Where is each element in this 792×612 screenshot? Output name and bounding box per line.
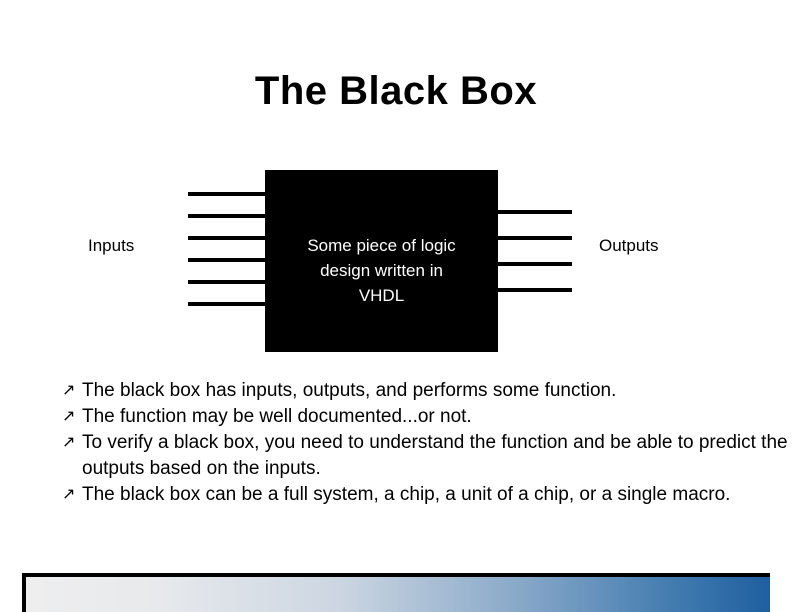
bullet-text: The black box has inputs, outputs, and p… <box>82 380 617 401</box>
input-wire <box>188 214 268 218</box>
bullet-item: ↗ To verify a black box, you need to und… <box>62 430 792 482</box>
arrow-bullet-icon: ↗ <box>62 486 76 503</box>
output-wire <box>495 236 572 240</box>
arrow-bullet-icon: ↗ <box>62 434 76 451</box>
black-box-shape: Some piece of logic design written in VH… <box>265 170 498 352</box>
slide-title: The Black Box <box>254 69 538 113</box>
bullet-item: ↗ The function may be well documented...… <box>62 404 792 430</box>
outputs-label: Outputs <box>599 236 659 255</box>
bullet-list: ↗ The black box has inputs, outputs, and… <box>62 378 792 508</box>
footer-gradient-bar <box>22 573 770 612</box>
input-wire <box>188 302 268 306</box>
arrow-bullet-icon: ↗ <box>62 382 76 399</box>
input-wire <box>188 236 268 240</box>
arrow-bullet-icon: ↗ <box>62 408 76 425</box>
black-box-label: Some piece of logic design written in VH… <box>307 236 456 305</box>
bullet-item: ↗ The black box can be a full system, a … <box>62 482 792 508</box>
input-wire <box>188 192 268 196</box>
bullet-text: The function may be well documented...or… <box>82 406 472 427</box>
bullet-item: ↗ The black box has inputs, outputs, and… <box>62 378 792 404</box>
black-box-diagram: Inputs Some piece of logic design writte… <box>0 160 792 365</box>
bullet-text: The black box can be a full system, a ch… <box>82 484 731 505</box>
output-wire <box>495 210 572 214</box>
input-wire <box>188 280 268 284</box>
output-wire <box>495 288 572 292</box>
bullet-text: To verify a black box, you need to under… <box>82 432 788 479</box>
input-wire <box>188 258 268 262</box>
output-wire <box>495 262 572 266</box>
inputs-label: Inputs <box>88 236 135 255</box>
